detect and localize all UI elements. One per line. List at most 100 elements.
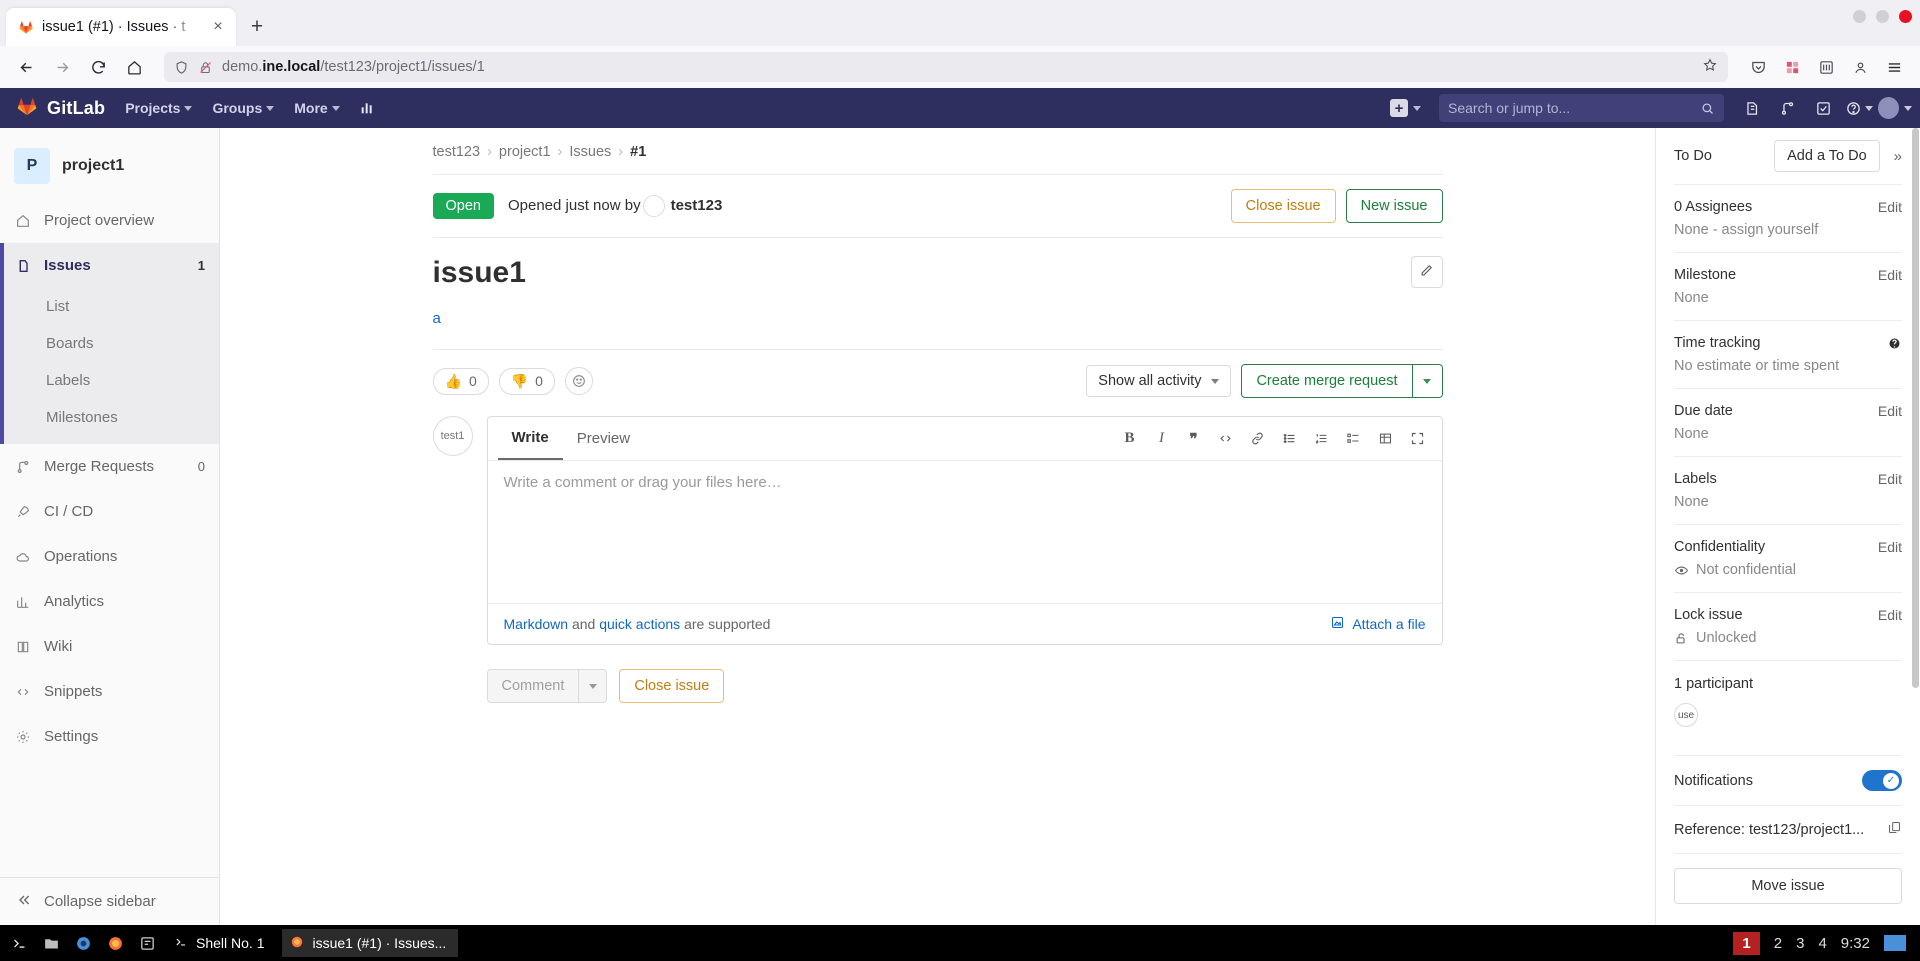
right-sidebar-scrollbar[interactable] (1912, 128, 1919, 688)
issue-author[interactable]: test123 (671, 197, 723, 214)
task-list-icon[interactable] (1340, 425, 1368, 453)
terminal-icon[interactable] (6, 930, 32, 956)
window-maximize-button[interactable] (1876, 10, 1889, 23)
workspace-4[interactable]: 4 (1818, 935, 1826, 952)
address-bar[interactable]: demo.ine.local/test123/project1/issues/1 (164, 52, 1728, 82)
comment-dropdown-icon[interactable] (579, 669, 608, 703)
sidebar-item-analytics[interactable]: Analytics (0, 579, 219, 624)
emoji-smile-icon[interactable] (564, 367, 593, 395)
tab-close-icon[interactable]: × (208, 17, 228, 37)
permissions-icon[interactable] (198, 60, 213, 75)
sidebar-item-snippets[interactable]: Snippets (0, 669, 219, 714)
tray-indicator-icon[interactable] (1884, 935, 1906, 951)
sidebar-item-labels[interactable]: Labels (0, 362, 219, 399)
close-issue-secondary-button[interactable]: Close issue (619, 669, 725, 703)
gitlab-logo[interactable]: GitLab (8, 95, 115, 122)
library-icon[interactable] (1810, 51, 1842, 83)
workspace-1[interactable]: 1 (1733, 931, 1760, 955)
sidebar-item-wiki[interactable]: Wiki (0, 624, 219, 669)
hamburger-menu-icon[interactable] (1878, 51, 1910, 83)
window-minimize-button[interactable] (1853, 10, 1866, 23)
sidebar-item-issues[interactable]: Issues 1 (0, 243, 219, 288)
due-date-edit-button[interactable]: Edit (1878, 403, 1902, 419)
browser-icon[interactable] (70, 930, 96, 956)
nav-more[interactable]: More (284, 88, 349, 128)
extension-icon[interactable] (1776, 51, 1808, 83)
close-issue-button[interactable]: Close issue (1230, 189, 1336, 223)
browser-tab[interactable]: issue1 (#1) · Issues · t × (6, 8, 236, 46)
move-issue-button[interactable]: Move issue (1674, 868, 1902, 904)
search-input[interactable] (1448, 100, 1700, 116)
reaction-thumbs-down[interactable]: 👎 0 (498, 367, 555, 395)
account-icon[interactable] (1844, 51, 1876, 83)
milestone-edit-button[interactable]: Edit (1878, 267, 1902, 283)
edit-issue-button[interactable] (1410, 256, 1443, 288)
code-icon[interactable] (1212, 425, 1240, 453)
nav-groups[interactable]: Groups (202, 88, 284, 128)
confidentiality-edit-button[interactable]: Edit (1878, 539, 1902, 555)
tab-preview[interactable]: Preview (563, 418, 644, 459)
add-todo-button[interactable]: Add a To Do (1774, 140, 1880, 172)
user-menu[interactable] (1878, 88, 1912, 128)
firefox-icon[interactable] (102, 930, 128, 956)
breadcrumb-group[interactable]: test123 (433, 144, 481, 160)
reload-icon[interactable] (82, 51, 114, 83)
star-icon[interactable] (1702, 57, 1718, 78)
attach-file-button[interactable]: Attach a file (1330, 615, 1426, 633)
new-tab-button[interactable]: + (242, 12, 272, 42)
quick-actions-link[interactable]: quick actions (599, 616, 680, 632)
files-icon[interactable] (38, 930, 64, 956)
sidebar-project-header[interactable]: P project1 (0, 138, 219, 198)
global-search[interactable] (1439, 94, 1724, 122)
new-issue-button[interactable]: New issue (1345, 189, 1443, 223)
labels-edit-button[interactable]: Edit (1878, 471, 1902, 487)
sidebar-item-operations[interactable]: Operations (0, 534, 219, 579)
sidebar-item-boards[interactable]: Boards (0, 325, 219, 362)
assignees-value[interactable]: None - assign yourself (1674, 222, 1902, 238)
chevron-double-right-icon[interactable]: » (1894, 148, 1902, 165)
table-icon[interactable] (1372, 425, 1400, 453)
numbered-list-icon[interactable] (1308, 425, 1336, 453)
merge-requests-icon[interactable] (1770, 88, 1804, 128)
assignees-edit-button[interactable]: Edit (1878, 199, 1902, 215)
participant-avatar[interactable]: use (1674, 703, 1698, 727)
comment-input[interactable]: Write a comment or drag your files here… (488, 461, 1442, 603)
chart-bar-icon[interactable] (350, 88, 384, 128)
reaction-thumbs-up[interactable]: 👍 0 (432, 367, 489, 395)
bulleted-list-icon[interactable] (1276, 425, 1304, 453)
sidebar-item-settings[interactable]: Settings (0, 714, 219, 759)
sidebar-item-list[interactable]: List (0, 288, 219, 325)
search-icon[interactable] (1700, 101, 1715, 116)
tab-write[interactable]: Write (497, 417, 563, 460)
breadcrumb-project[interactable]: project1 (499, 144, 551, 160)
quote-icon[interactable]: ❞ (1180, 425, 1208, 453)
shield-icon[interactable] (174, 60, 189, 75)
help-icon[interactable] (1842, 88, 1876, 128)
sidebar-item-milestones[interactable]: Milestones (0, 399, 219, 436)
breadcrumb-issues[interactable]: Issues (569, 144, 611, 160)
bold-icon[interactable]: B (1116, 425, 1144, 453)
sidebar-item-project-overview[interactable]: Project overview (0, 198, 219, 243)
activity-filter-dropdown[interactable]: Show all activity (1086, 365, 1232, 397)
lock-issue-edit-button[interactable]: Edit (1878, 607, 1902, 623)
nav-projects[interactable]: Projects (115, 88, 202, 128)
sidebar-item-merge-requests[interactable]: Merge Requests 0 (0, 444, 219, 489)
workspace-2[interactable]: 2 (1774, 935, 1782, 952)
home-icon[interactable] (118, 51, 150, 83)
create-new-button[interactable]: + (1382, 99, 1429, 117)
forward-icon[interactable] (46, 51, 78, 83)
todos-icon[interactable] (1806, 88, 1840, 128)
fullscreen-icon[interactable] (1404, 425, 1432, 453)
back-icon[interactable] (10, 51, 42, 83)
taskbar-window-firefox[interactable]: issue1 (#1) · Issues... (282, 929, 459, 957)
create-merge-request-button[interactable]: Create merge request (1241, 364, 1413, 398)
taskbar-window-shell[interactable]: Shell No. 1 (166, 929, 276, 957)
notifications-toggle[interactable]: ✓ (1862, 770, 1902, 791)
workspace-3[interactable]: 3 (1796, 935, 1804, 952)
help-icon[interactable] (1887, 336, 1902, 351)
pocket-icon[interactable] (1742, 51, 1774, 83)
issues-icon[interactable] (1734, 88, 1768, 128)
window-close-button[interactable] (1899, 10, 1912, 23)
sidebar-item-ci-cd[interactable]: CI / CD (0, 489, 219, 534)
copy-icon[interactable] (1887, 820, 1902, 839)
